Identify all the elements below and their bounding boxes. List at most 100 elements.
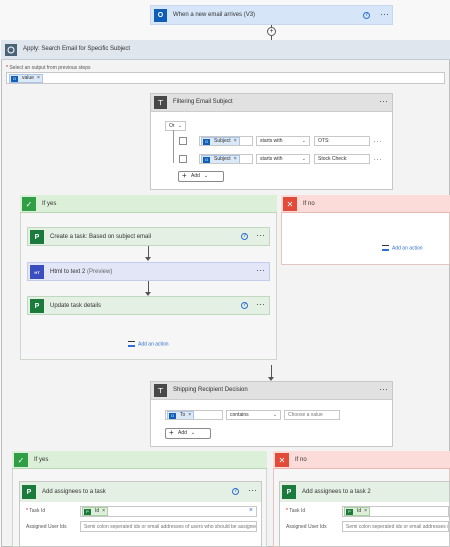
clear-icon[interactable]: × bbox=[249, 507, 253, 515]
help-icon[interactable]: ? bbox=[232, 488, 239, 495]
remove-token-icon[interactable]: × bbox=[234, 138, 237, 144]
value-token[interactable]: Ovalue × bbox=[9, 74, 43, 83]
add-assignees-header[interactable]: P Add assignees to a task ? ··· bbox=[20, 482, 261, 502]
check-icon: ✓ bbox=[14, 453, 28, 467]
select-output-field[interactable]: Ovalue × bbox=[6, 72, 445, 84]
check-icon: ✓ bbox=[22, 197, 36, 211]
add-condition-button[interactable]: + Add ⌄ bbox=[165, 428, 211, 439]
subject-token[interactable]: O Subject × bbox=[201, 137, 240, 145]
condition-value-field[interactable]: OTS: bbox=[314, 136, 370, 146]
planner-token-icon: P bbox=[84, 509, 91, 515]
apply-header[interactable]: Apply: Search Email for Specific Subject bbox=[1, 40, 450, 60]
operator-select[interactable]: starts with ⌄ bbox=[256, 136, 310, 146]
add-action-link[interactable]: Add an action bbox=[128, 341, 169, 347]
filter-header[interactable]: ⊤ Filtering Email Subject ··· bbox=[151, 94, 392, 112]
add-assignees-2-card: P Add assignees to a task 2 * Task Id PI… bbox=[279, 481, 450, 547]
if-yes-label: If yes bbox=[34, 457, 49, 463]
action-title: Add assignees to a task bbox=[42, 489, 106, 495]
action-title: Create a task: Based on subject email bbox=[50, 234, 152, 240]
condition-icon: ⊤ bbox=[154, 384, 167, 397]
more-options-icon[interactable]: ··· bbox=[380, 10, 389, 19]
create-task-card[interactable]: P Create a task: Based on subject email … bbox=[27, 227, 270, 246]
insert-step-plus-icon[interactable]: + bbox=[267, 27, 276, 36]
to-token[interactable]: O To × bbox=[167, 411, 195, 419]
shipping-condition-card: ⊤ Shipping Recipient Decision ··· O To × c… bbox=[150, 381, 393, 447]
more-options-icon[interactable]: ··· bbox=[256, 231, 265, 240]
action-title: Add assignees to a task 2 bbox=[302, 489, 371, 495]
task-id-label: * Task Id bbox=[26, 508, 46, 514]
group-operator-select[interactable]: Or ⌄ bbox=[165, 121, 186, 131]
more-options-icon[interactable]: ··· bbox=[248, 486, 257, 495]
chevron-down-icon: ⌄ bbox=[177, 123, 182, 129]
subject-token-label: Subject bbox=[214, 138, 231, 144]
condition-left-field[interactable]: O Subject × bbox=[199, 154, 253, 164]
operator-select[interactable]: starts with ⌄ bbox=[256, 154, 310, 164]
remove-token-icon[interactable]: × bbox=[102, 508, 105, 514]
shipping-header[interactable]: ⊤ Shipping Recipient Decision ··· bbox=[151, 382, 392, 400]
subject-token[interactable]: O Subject × bbox=[201, 155, 240, 163]
update-task-card[interactable]: P Update task details ? ··· bbox=[27, 296, 270, 315]
add-action-link[interactable]: Add an action bbox=[382, 245, 423, 251]
add-label: Add bbox=[191, 173, 200, 179]
chevron-down-icon: ⌄ bbox=[301, 156, 306, 162]
row-checkbox[interactable] bbox=[179, 155, 187, 163]
add-assignees-2-header[interactable]: P Add assignees to a task 2 bbox=[280, 482, 449, 502]
planner-icon: P bbox=[22, 485, 36, 499]
outlook-token-icon: O bbox=[203, 157, 210, 163]
help-icon[interactable]: ? bbox=[241, 233, 248, 240]
operator-select[interactable]: contains ⌄ bbox=[226, 410, 281, 420]
id-token[interactable]: P Id × bbox=[344, 507, 371, 516]
more-options-icon[interactable]: ··· bbox=[256, 266, 265, 275]
condition-left-field[interactable]: O Subject × bbox=[199, 136, 253, 146]
add-assignees-card: P Add assignees to a task ? ··· * Task I… bbox=[19, 481, 262, 547]
group-operator-value: Or bbox=[169, 123, 175, 129]
add-action-icon bbox=[128, 341, 135, 347]
help-icon[interactable]: ? bbox=[363, 12, 370, 19]
if-yes-header[interactable]: ✓ If yes bbox=[12, 451, 267, 469]
row-checkbox[interactable] bbox=[179, 137, 187, 145]
shipping-title: Shipping Recipient Decision bbox=[173, 387, 248, 393]
condition-value-input[interactable] bbox=[284, 410, 340, 420]
trigger-title: When a new email arrives (V3) bbox=[173, 12, 256, 18]
if-no-header[interactable]: ✕ If no bbox=[273, 451, 450, 469]
planner-icon: P bbox=[30, 230, 44, 244]
remove-token-icon[interactable]: × bbox=[234, 156, 237, 162]
chevron-down-icon: ⌄ bbox=[272, 412, 277, 418]
assigned-users-input[interactable] bbox=[342, 521, 449, 532]
condition-value: OTS: bbox=[318, 138, 330, 144]
add-condition-button[interactable]: + Add ⌄ bbox=[178, 171, 224, 182]
chevron-down-icon: ⌄ bbox=[203, 173, 209, 179]
row-more-icon[interactable]: ··· bbox=[373, 155, 382, 164]
condition-value-field[interactable]: Stock Check: bbox=[314, 154, 370, 164]
task-id-field[interactable]: P Id × bbox=[342, 506, 449, 517]
remove-token-icon[interactable]: × bbox=[37, 75, 40, 81]
condition-left-field[interactable]: O To × bbox=[165, 410, 223, 420]
row-more-icon[interactable]: ··· bbox=[373, 137, 382, 146]
condition-value: Stock Check: bbox=[318, 156, 348, 162]
add-action-icon bbox=[382, 245, 389, 251]
apply-title: Apply: Search Email for Specific Subject bbox=[23, 46, 131, 52]
action-title: Html to text 2 (Preview) bbox=[50, 269, 113, 275]
html-to-text-card[interactable]: HT Html to text 2 (Preview) ··· bbox=[27, 262, 270, 281]
task-id-field[interactable]: P Id × × bbox=[80, 506, 257, 517]
id-token-label: Id bbox=[357, 508, 362, 514]
remove-token-icon[interactable]: × bbox=[364, 508, 367, 514]
if-yes-header[interactable]: ✓ If yes bbox=[20, 195, 277, 213]
more-options-icon[interactable]: ··· bbox=[379, 385, 388, 394]
assigned-users-input[interactable] bbox=[80, 521, 257, 532]
plus-icon: + bbox=[182, 171, 187, 180]
more-options-icon[interactable]: ··· bbox=[379, 97, 388, 106]
x-icon: ✕ bbox=[283, 197, 297, 211]
remove-token-icon[interactable]: × bbox=[188, 412, 191, 418]
assigned-users-label: Assigned User Ids bbox=[26, 524, 67, 530]
group-bracket-line bbox=[173, 130, 174, 163]
filter-condition-card: ⊤ Filtering Email Subject ··· Or ⌄ O Subje… bbox=[150, 93, 393, 190]
trigger-card[interactable]: O When a new email arrives (V3) ? ··· bbox=[150, 5, 393, 25]
more-options-icon[interactable]: ··· bbox=[256, 300, 265, 309]
id-token[interactable]: P Id × bbox=[82, 507, 109, 516]
outlook-token-icon: O bbox=[203, 139, 210, 145]
outlook-token-icon: O bbox=[169, 413, 176, 419]
help-icon[interactable]: ? bbox=[241, 302, 248, 309]
if-no-header[interactable]: ✕ If no bbox=[281, 195, 450, 213]
outlook-icon: O bbox=[154, 9, 167, 22]
